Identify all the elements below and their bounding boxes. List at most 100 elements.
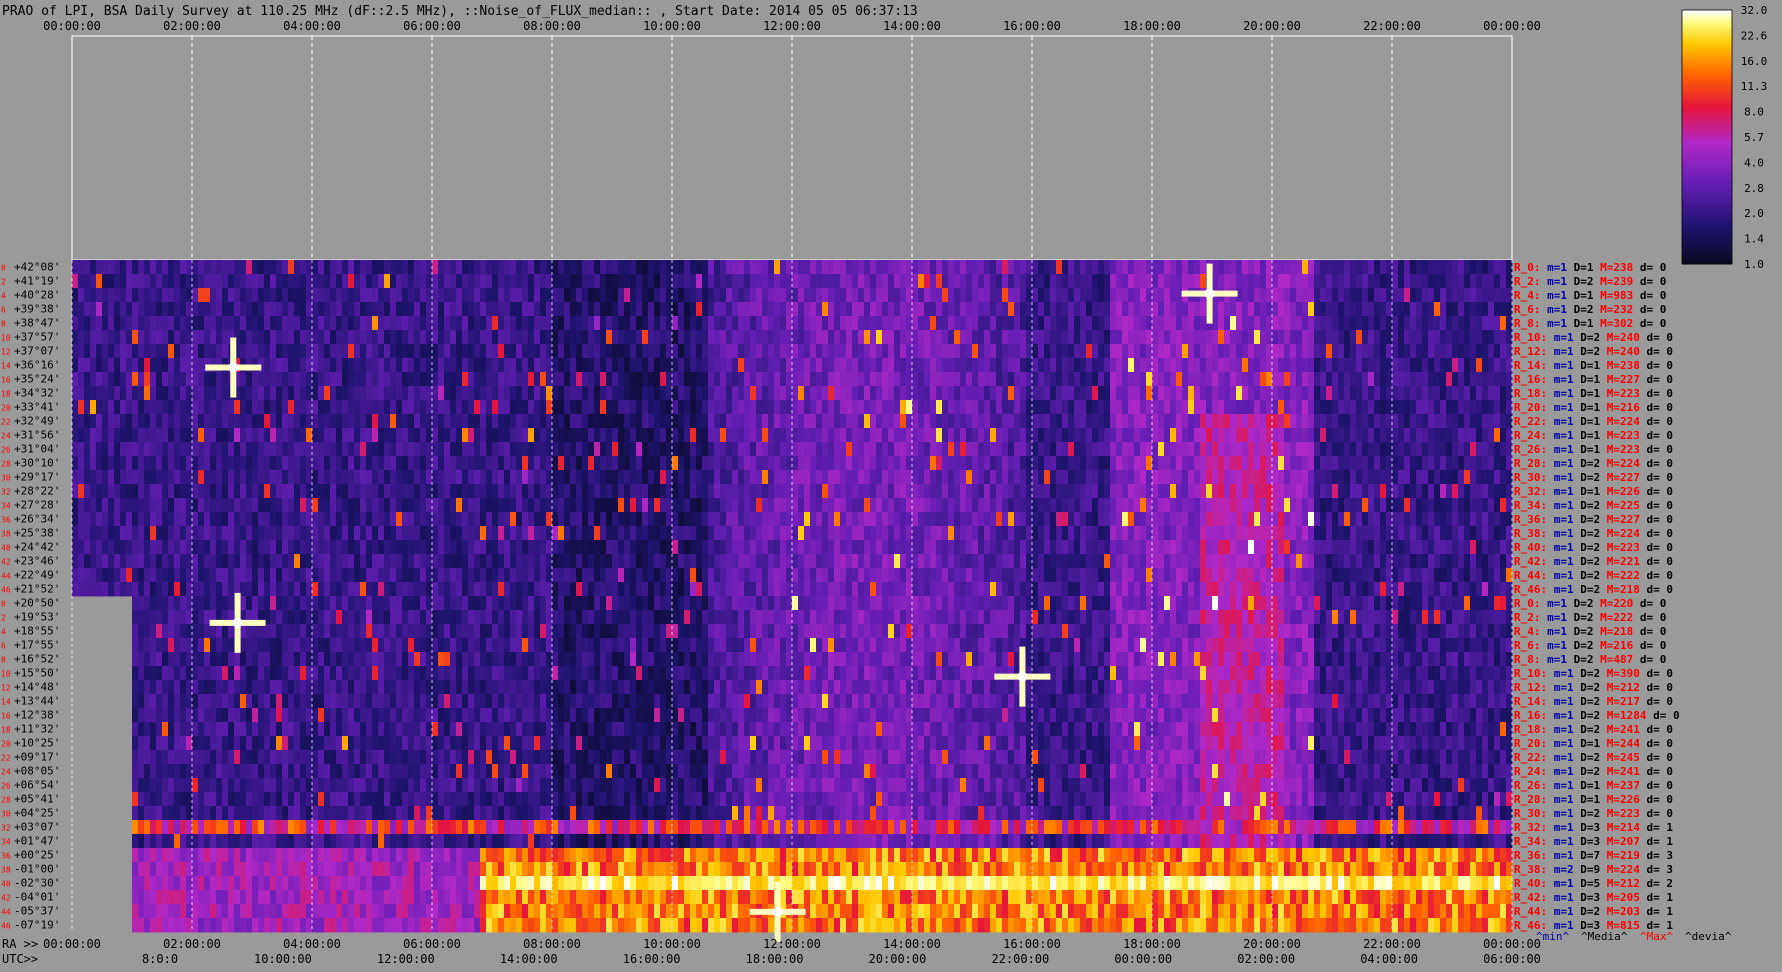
heatmap-cell xyxy=(954,288,960,302)
heatmap-cell xyxy=(570,400,576,414)
heatmap-cell xyxy=(192,456,198,470)
heatmap-cell xyxy=(1134,400,1140,414)
heatmap-cell xyxy=(678,302,684,316)
heatmap-cell xyxy=(1026,414,1032,428)
heatmap-cell xyxy=(534,288,540,302)
heatmap-cell xyxy=(90,330,96,344)
heatmap-cell xyxy=(1278,330,1284,344)
heatmap-cell xyxy=(276,288,282,302)
heatmap-cell xyxy=(1434,428,1440,442)
heatmap-cell xyxy=(1152,372,1158,386)
heatmap-cell xyxy=(948,484,954,498)
heatmap-cell xyxy=(1266,526,1272,540)
heatmap-cell xyxy=(852,442,858,456)
heatmap-cell xyxy=(1278,442,1284,456)
heatmap-cell xyxy=(828,484,834,498)
heatmap-cell xyxy=(234,288,240,302)
heatmap-cell xyxy=(540,316,546,330)
heatmap-cell xyxy=(684,414,690,428)
heatmap-cell xyxy=(168,330,174,344)
heatmap-cell xyxy=(210,400,216,414)
heatmap-cell xyxy=(168,498,174,512)
heatmap-cell xyxy=(1452,456,1458,470)
heatmap-cell xyxy=(90,344,96,358)
heatmap-cell xyxy=(1248,316,1254,330)
heatmap-cell xyxy=(240,386,246,400)
heatmap-cell xyxy=(582,512,588,526)
heatmap-cell xyxy=(642,302,648,316)
heatmap-cell xyxy=(744,484,750,498)
heatmap-cell xyxy=(1356,526,1362,540)
heatmap-cell xyxy=(1506,260,1512,274)
heatmap-cell xyxy=(1386,400,1392,414)
heatmap-cell xyxy=(1092,274,1098,288)
heatmap-cell xyxy=(804,512,810,526)
heatmap-cell xyxy=(1110,400,1116,414)
heatmap-cell xyxy=(642,400,648,414)
heatmap-cell xyxy=(180,414,186,428)
heatmap-cell xyxy=(1440,260,1446,274)
heatmap-cell xyxy=(822,512,828,526)
heatmap-cell xyxy=(144,400,150,414)
heatmap-cell xyxy=(468,498,474,512)
heatmap-cell xyxy=(606,470,612,484)
heatmap-cell xyxy=(774,512,780,526)
heatmap-cell xyxy=(1062,386,1068,400)
heatmap-cell xyxy=(144,414,150,428)
heatmap-cell xyxy=(1170,470,1176,484)
heatmap-cell xyxy=(498,302,504,316)
heatmap-cell xyxy=(222,456,228,470)
heatmap-cell xyxy=(1020,470,1026,484)
heatmap-cell xyxy=(1164,470,1170,484)
heatmap-cell xyxy=(528,400,534,414)
heatmap-cell xyxy=(588,372,594,386)
heatmap-cell xyxy=(600,540,606,554)
heatmap-cell xyxy=(1068,358,1074,372)
heatmap-cell xyxy=(636,498,642,512)
heatmap-cell xyxy=(276,442,282,456)
heatmap-cell xyxy=(384,484,390,498)
heatmap-cell xyxy=(414,274,420,288)
heatmap-cell xyxy=(1446,274,1452,288)
heatmap-cell xyxy=(72,274,78,288)
heatmap-cell xyxy=(720,428,726,442)
heatmap-cell xyxy=(1236,428,1242,442)
heatmap-cell xyxy=(1464,302,1470,316)
heatmap-cell xyxy=(612,470,618,484)
heatmap-cell xyxy=(882,540,888,554)
heatmap-cell xyxy=(216,400,222,414)
heatmap-cell xyxy=(648,456,654,470)
heatmap-cell xyxy=(1470,484,1476,498)
heatmap-cell xyxy=(372,540,378,554)
heatmap-cell xyxy=(204,372,210,386)
heatmap-cell xyxy=(1350,274,1356,288)
heatmap-cell xyxy=(852,274,858,288)
heatmap-cell xyxy=(1086,372,1092,386)
heatmap-cell xyxy=(996,442,1002,456)
heatmap-cell xyxy=(1074,386,1080,400)
heatmap-cell xyxy=(900,372,906,386)
heatmap-cell xyxy=(1374,400,1380,414)
heatmap-cell xyxy=(744,414,750,428)
heatmap-cell xyxy=(702,288,708,302)
heatmap-cell xyxy=(1008,302,1014,316)
heatmap-cell xyxy=(1110,484,1116,498)
heatmap-cell xyxy=(924,330,930,344)
heatmap-cell xyxy=(558,442,564,456)
heatmap-cell xyxy=(876,526,882,540)
heatmap-cell xyxy=(402,288,408,302)
heatmap-cell xyxy=(930,498,936,512)
heatmap-cell xyxy=(558,456,564,470)
heatmap-cell xyxy=(120,428,126,442)
heatmap-cell xyxy=(534,414,540,428)
heatmap-cell xyxy=(1146,344,1152,358)
heatmap-cell xyxy=(1008,288,1014,302)
heatmap-cell xyxy=(450,540,456,554)
heatmap-cell xyxy=(378,540,384,554)
heatmap-cell xyxy=(1428,344,1434,358)
heatmap-cell xyxy=(1488,316,1494,330)
heatmap-cell xyxy=(78,442,84,456)
heatmap-cell xyxy=(630,456,636,470)
heatmap-cell xyxy=(1050,330,1056,344)
heatmap-cell xyxy=(282,498,288,512)
